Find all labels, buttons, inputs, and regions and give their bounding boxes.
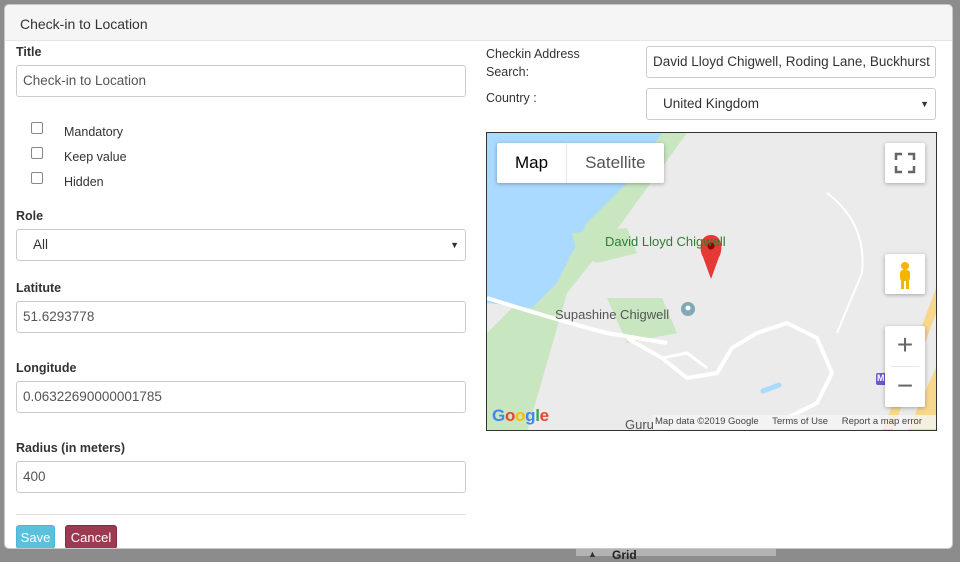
map-type-control: Map Satellite: [497, 143, 664, 183]
map-data-credit: Map data ©2019 Google: [655, 416, 759, 427]
address-search-label: Checkin Address Search:: [486, 47, 580, 79]
mandatory-label: Mandatory: [64, 125, 124, 139]
checkin-dialog: Check-in to Location Title Check-in to L…: [4, 4, 953, 549]
zoom-in-button[interactable]: +: [885, 326, 925, 366]
save-button[interactable]: Save: [16, 525, 55, 548]
hidden-checkbox[interactable]: [31, 172, 43, 184]
street-view-button[interactable]: [885, 254, 925, 294]
map-view[interactable]: David Lloyd Chigwell Supashine Chigwell …: [486, 132, 937, 431]
country-select-value: United Kingdom: [663, 96, 760, 111]
role-select[interactable]: All ▼: [16, 229, 466, 261]
footer-divider: [16, 514, 466, 515]
fullscreen-icon: [894, 152, 916, 174]
zoom-control: + −: [885, 326, 925, 407]
mandatory-checkbox[interactable]: [31, 122, 43, 134]
role-select-value: All: [33, 237, 49, 252]
pegman-icon: [900, 262, 910, 289]
longitude-label: Longitude: [16, 361, 77, 375]
select-caret-icon: ▼: [450, 240, 459, 250]
radius-label: Radius (in meters): [16, 441, 126, 455]
zoom-out-button[interactable]: −: [885, 367, 925, 407]
backdrop-grid-label: Grid: [612, 548, 637, 562]
title-label: Title: [16, 45, 42, 59]
role-label: Role: [16, 209, 44, 223]
map-attribution: Map data ©2019 Google Terms of Use Repor…: [653, 415, 936, 429]
place-label-guru: Guru: [625, 417, 654, 431]
place-label-supashine[interactable]: Supashine Chigwell: [555, 307, 669, 322]
map-type-map-button[interactable]: Map: [497, 143, 568, 183]
fullscreen-button[interactable]: [885, 143, 925, 183]
caret-icon: ▲: [588, 549, 597, 559]
select-caret-icon: ▼: [920, 99, 929, 109]
keep-value-label: Keep value: [64, 150, 127, 164]
hidden-label: Hidden: [64, 175, 104, 189]
terms-of-use-link[interactable]: Terms of Use: [772, 416, 828, 427]
title-input[interactable]: Check-in to Location: [16, 65, 466, 97]
map-type-satellite-button[interactable]: Satellite: [567, 143, 663, 183]
cancel-button[interactable]: Cancel: [65, 525, 117, 548]
longitude-input[interactable]: 0.06322690000001785: [16, 381, 466, 413]
keep-value-checkbox[interactable]: [31, 147, 43, 159]
radius-input[interactable]: 400: [16, 461, 466, 493]
road-badge: M: [877, 373, 885, 383]
place-label-david-lloyd[interactable]: David Lloyd Chigwell: [605, 234, 726, 249]
latitude-label: Latitute: [16, 281, 62, 295]
google-logo: Google: [492, 406, 549, 425]
country-select[interactable]: United Kingdom ▼: [646, 88, 936, 120]
address-search-input[interactable]: David Lloyd Chigwell, Roding Lane, Buckh…: [646, 46, 936, 78]
country-label: Country :: [486, 91, 537, 105]
dialog-title: Check-in to Location: [5, 5, 952, 41]
report-map-error-link[interactable]: Report a map error: [842, 416, 922, 427]
latitude-input[interactable]: 51.6293778: [16, 301, 466, 333]
